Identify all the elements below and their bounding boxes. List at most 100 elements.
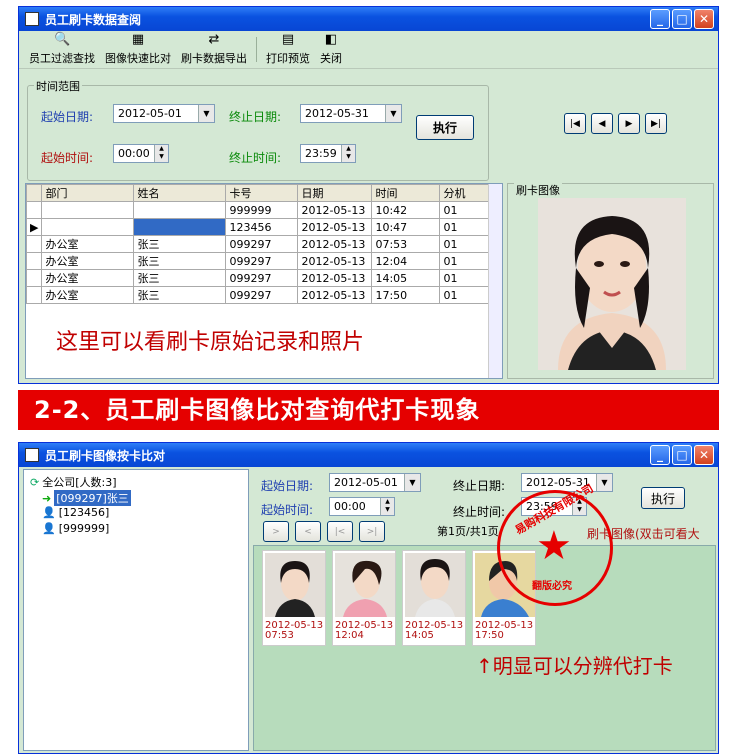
last-record-button[interactable]: ▶| bbox=[645, 113, 667, 134]
table-row[interactable]: ▶ 123456 2012-05-13 10:47 01 bbox=[26, 218, 491, 236]
top-window-titlebar[interactable]: 员工刷卡数据查阅 _ □ ✕ bbox=[19, 7, 718, 31]
tree-item-company[interactable]: ⟳ 全公司[人数:3] bbox=[30, 474, 117, 490]
col-header[interactable]: 部门 bbox=[41, 184, 135, 202]
grid-scrollbar[interactable] bbox=[488, 184, 502, 378]
start-date-label: 起始日期: bbox=[261, 479, 314, 493]
table-row[interactable]: 999999 2012-05-13 10:42 01 bbox=[26, 201, 491, 219]
start-date-label: 起始日期: bbox=[41, 110, 94, 124]
start-time-label: 起始时间: bbox=[41, 151, 94, 165]
user-icon: 👤 bbox=[42, 506, 56, 519]
thumbnail-caption: 2012-05-13 12:04 bbox=[335, 620, 394, 641]
records-grid: 部门 姓名 卡号 日期 时间 分机 999999 2012-05-13 10:42 0… bbox=[25, 183, 503, 379]
end-date-field[interactable]: 2012-05-31 ▼ bbox=[521, 473, 613, 492]
start-time-field[interactable]: 00:00 ▲ ▼ bbox=[329, 497, 395, 516]
seal-star-icon: ★ bbox=[536, 523, 572, 569]
close-toolbar-button[interactable]: ◧ 关闭 bbox=[316, 32, 346, 66]
end-date-field[interactable]: 2012-05-31 ▼ bbox=[300, 104, 402, 123]
thumbnail-area: 2012-05-13 07:53 2012-05-13 12:04 2012-05-… bbox=[253, 545, 716, 751]
employee-tree: ⟳ 全公司[人数:3] ➜ [099297]张三 👤 [123456] 👤 [99999… bbox=[23, 469, 249, 751]
minimize-button[interactable]: _ bbox=[650, 9, 670, 29]
image-compare-button[interactable]: ▦ 图像快速比对 bbox=[101, 32, 175, 66]
col-header[interactable]: 分机 bbox=[439, 184, 491, 202]
col-header[interactable]: 时间 bbox=[371, 184, 441, 202]
seal-text: 翻版必究 bbox=[532, 581, 572, 592]
spin-arrows-icon[interactable]: ▲ ▼ bbox=[154, 145, 168, 162]
next-page-button[interactable]: |< bbox=[327, 521, 353, 542]
top-window: 员工刷卡数据查阅 _ □ ✕ 🔍 员工过滤查找 ▦ 图像快速比对 ⇄ 刷卡数据导出 ▤… bbox=[18, 6, 719, 384]
thumbnail-photo bbox=[405, 553, 465, 617]
prev-page-button[interactable]: < bbox=[295, 521, 321, 542]
thumbnail[interactable]: 2012-05-13 07:53 bbox=[262, 550, 326, 646]
col-header[interactable]: 卡号 bbox=[225, 184, 299, 202]
section-banner: 2-2、员工刷卡图像比对查询代打卡现象 bbox=[18, 390, 719, 430]
top-window-title: 员工刷卡数据查阅 bbox=[45, 12, 142, 27]
end-date-label: 终止日期: bbox=[453, 479, 506, 493]
table-header: 部门 姓名 卡号 日期 时间 分机 bbox=[26, 184, 491, 202]
end-time-label: 终止时间: bbox=[453, 505, 506, 519]
first-page-button[interactable]: > bbox=[263, 521, 289, 542]
app-icon bbox=[25, 12, 39, 26]
prev-record-button[interactable]: ◀ bbox=[591, 113, 613, 134]
spin-arrows-icon[interactable]: ▲ ▼ bbox=[380, 498, 394, 515]
page-info: 第1页/共1页 bbox=[437, 525, 499, 538]
thumbnail-caption: 2012-05-13 17:50 bbox=[475, 620, 534, 641]
row-pointer-icon: ▶ bbox=[26, 218, 43, 236]
start-time-field[interactable]: 00:00 ▲ ▼ bbox=[113, 144, 169, 163]
dropdown-arrow-icon[interactable]: ▼ bbox=[198, 105, 214, 122]
app-icon bbox=[25, 448, 39, 462]
dropdown-arrow-icon[interactable]: ▼ bbox=[596, 474, 612, 491]
end-time-field[interactable]: 23:59 ▲ ▼ bbox=[300, 144, 356, 163]
maximize-button[interactable]: □ bbox=[672, 9, 692, 29]
thumbnail-caption: 2012-05-13 07:53 bbox=[265, 620, 324, 641]
table-row[interactable]: 办公室 张三 099297 2012-05-13 07:53 01 bbox=[26, 235, 491, 253]
export-icon: ⇄ bbox=[208, 32, 220, 47]
refresh-icon: ⟳ bbox=[30, 475, 40, 489]
table-row[interactable]: 办公室 张三 099297 2012-05-13 17:50 01 bbox=[26, 286, 491, 304]
dropdown-arrow-icon[interactable]: ▼ bbox=[404, 474, 420, 491]
close-button[interactable]: ✕ bbox=[694, 445, 714, 465]
toolbar-separator bbox=[256, 37, 257, 62]
start-date-field[interactable]: 2012-05-01 ▼ bbox=[113, 104, 215, 123]
end-date-label: 终止日期: bbox=[229, 110, 282, 124]
tree-item-099297[interactable]: ➜ [099297]张三 bbox=[42, 490, 131, 506]
spin-arrows-icon[interactable]: ▲ ▼ bbox=[341, 145, 355, 162]
col-header[interactable]: 日期 bbox=[297, 184, 373, 202]
photo-panel: 刷卡图像 bbox=[507, 182, 714, 379]
start-date-field[interactable]: 2012-05-01 ▼ bbox=[329, 473, 421, 492]
col-header[interactable]: 姓名 bbox=[133, 184, 227, 202]
first-record-button[interactable]: |◀ bbox=[564, 113, 586, 134]
table-row[interactable]: 办公室 张三 099297 2012-05-13 12:04 01 bbox=[26, 252, 491, 270]
export-button[interactable]: ⇄ 刷卡数据导出 bbox=[177, 32, 251, 66]
printer-icon: ▤ bbox=[281, 32, 295, 47]
bottom-window: 员工刷卡图像按卡比对 _ □ ✕ ⟳ 全公司[人数:3] ➜ [099297]张三 … bbox=[18, 442, 719, 754]
filter-search-button[interactable]: 🔍 员工过滤查找 bbox=[25, 32, 99, 66]
last-page-button[interactable]: >| bbox=[359, 521, 385, 542]
thumbnail[interactable]: 2012-05-13 14:05 bbox=[402, 550, 466, 646]
thumbnail-photo bbox=[335, 553, 395, 617]
arrow-right-icon: ➜ bbox=[42, 491, 52, 505]
thumbnail-annotation: ↑明显可以分辨代打卡 bbox=[476, 654, 673, 678]
execute-button[interactable]: 执行 bbox=[641, 487, 685, 509]
user-icon: 👤 bbox=[42, 522, 56, 535]
bottom-window-title: 员工刷卡图像按卡比对 bbox=[45, 448, 166, 463]
company-seal: 易购科技有限公司 ★ 翻版必究 bbox=[497, 482, 613, 606]
compare-icon: ▦ bbox=[131, 32, 145, 47]
photo-panel-label: 刷卡图像 bbox=[514, 182, 562, 198]
card-photo bbox=[538, 198, 686, 370]
thumbnail[interactable]: 2012-05-13 12:04 bbox=[332, 550, 396, 646]
time-range-legend: 时间范围 bbox=[34, 78, 82, 94]
close-button[interactable]: ✕ bbox=[694, 9, 714, 29]
bottom-window-titlebar[interactable]: 员工刷卡图像按卡比对 _ □ ✕ bbox=[19, 443, 718, 467]
exit-icon: ◧ bbox=[324, 32, 338, 47]
dropdown-arrow-icon[interactable]: ▼ bbox=[385, 105, 401, 122]
execute-button[interactable]: 执行 bbox=[416, 115, 474, 140]
print-preview-button[interactable]: ▤ 打印预览 bbox=[262, 32, 314, 66]
grid-annotation: 这里可以看刷卡原始记录和照片 bbox=[56, 330, 365, 355]
table-row[interactable]: 办公室 张三 099297 2012-05-13 14:05 01 bbox=[26, 269, 491, 287]
tree-item-999999[interactable]: 👤 [999999] bbox=[42, 522, 109, 535]
maximize-button[interactable]: □ bbox=[672, 445, 692, 465]
thumbnail-caption: 2012-05-13 14:05 bbox=[405, 620, 464, 641]
next-record-button[interactable]: ▶ bbox=[618, 113, 640, 134]
tree-item-123456[interactable]: 👤 [123456] bbox=[42, 506, 109, 519]
minimize-button[interactable]: _ bbox=[650, 445, 670, 465]
